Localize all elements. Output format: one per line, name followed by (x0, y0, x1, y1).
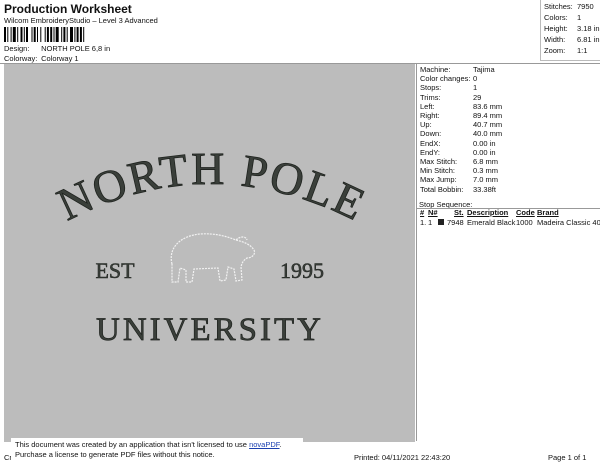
stat-height: Height: 3.18 in (544, 24, 600, 33)
stat-stitches: Stitches: 7950 (544, 2, 594, 11)
machine-info-label: Left: (420, 101, 435, 111)
machine-info-value: Tajima (473, 65, 495, 74)
stat-width: Width: 6.81 in (544, 35, 600, 44)
col-brand: Brand (537, 208, 559, 217)
machine-info-label: Up: (420, 120, 432, 130)
colorway-label: Colorway: (4, 54, 38, 63)
machine-info-row: Right: 89.4 mm (420, 111, 502, 120)
row-brand: Madeira Classic 40 (537, 218, 600, 227)
stat-label: Zoom: (544, 46, 566, 55)
machine-info-label: Stops: (420, 83, 442, 93)
machine-info-row: Up: 40.7 mm (420, 120, 502, 130)
machine-info-value: 29 (473, 92, 482, 102)
machine-info-row: EndY: 0.00 in (420, 147, 496, 157)
machine-info-row: Max Jump: 7.0 mm (420, 175, 498, 185)
machine-info-label: EndY: (420, 147, 441, 157)
stop-sequence-row: 1. 1 7948 Emerald Black 1000 Madeira Cla… (417, 218, 600, 228)
row-num: 1. (420, 218, 427, 227)
machine-info-value: 40.0 mm (473, 129, 503, 139)
artwork-top-text: NORTH POLE (50, 143, 375, 231)
stat-value: 6.81 in (577, 35, 600, 44)
stat-label: Colors: (544, 13, 568, 22)
colorway-row: Colorway: Colorway 1 (4, 54, 79, 63)
machine-info-row: Machine: Tajima (420, 65, 495, 74)
machine-info-row: Down: 40.0 mm (420, 129, 502, 139)
printed-timestamp: Printed: 04/11/2021 22:43:20 (354, 453, 451, 462)
machine-info-label: Color changes: (420, 74, 471, 84)
machine-info-label: Max Jump: (420, 175, 457, 185)
novapdf-link[interactable]: novaPDF (249, 440, 279, 449)
machine-info-label: Min Stitch: (420, 166, 456, 176)
machine-info-row: Total Bobbin: 33.38ft (420, 184, 496, 194)
machine-info-value: 6.8 mm (473, 157, 499, 166)
machine-info-label: Machine: (420, 65, 451, 74)
thread-color-swatch (438, 219, 444, 225)
stats-box: Stitches: 7950 Colors: 1 Height: 3.18 in Wi… (540, 0, 600, 61)
machine-info-label: EndX: (420, 138, 441, 148)
row-n: 1 (428, 218, 433, 227)
machine-info-label: Total Bobbin: (420, 184, 464, 194)
design-name-row: Design: NORTH POLE 6,8 in (4, 44, 110, 53)
machine-info-row: Stops: 1 (420, 83, 477, 93)
machine-info-label: Down: (420, 129, 442, 139)
stat-label: Stitches: (544, 2, 573, 11)
embroidery-artwork: NORTH POLE EST 1995 UNIVERSITY (49, 143, 375, 349)
stop-sequence-header: # N# St. Description Code Brand (417, 208, 600, 218)
barcode (4, 27, 85, 42)
col-st: St. (454, 208, 464, 217)
colorway-value: Colorway 1 (41, 54, 79, 63)
machine-info-value: 83.6 mm (473, 101, 503, 111)
stat-label: Height: (544, 24, 568, 33)
col-hash: # (420, 208, 425, 217)
stat-value: 1 (577, 13, 582, 22)
worksheet-title: Production Worksheet (4, 2, 132, 16)
design-label: Design: (4, 44, 30, 53)
col-description: Description (467, 208, 509, 217)
machine-info-row: Trims: 29 (420, 92, 481, 102)
page-number: Page 1 of 1 (548, 453, 587, 462)
notice-line-2: Purchase a license to generate PDF files… (15, 450, 215, 459)
machine-info-row: Max Stitch: 6.8 mm (420, 157, 498, 166)
machine-info-row: Min Stitch: 0.3 mm (420, 166, 498, 176)
machine-info-value: 0.3 mm (473, 166, 499, 176)
license-notice: This document was created by an applicat… (11, 438, 303, 462)
machine-info-panel: Machine: Tajima Color changes: 0 Stops: 1 Trim… (416, 64, 600, 441)
artwork-year-text: 1995 (280, 258, 324, 283)
machine-info-label: Trims: (420, 92, 441, 102)
stat-value: 3.18 in (577, 24, 600, 33)
col-n: N# (428, 208, 438, 217)
row-st: 7948 (447, 218, 464, 227)
artwork-est-text: EST (95, 258, 135, 283)
design-value: NORTH POLE 6,8 in (41, 44, 111, 53)
machine-info-value: 33.38ft (473, 184, 496, 194)
machine-info-value: 89.4 mm (473, 111, 503, 120)
software-subtitle: Wilcom EmbroideryStudio – Level 3 Advanc… (4, 16, 158, 25)
col-code: Code (516, 208, 535, 217)
artwork-bottom-text: UNIVERSITY (96, 312, 324, 348)
row-description: Emerald Black (467, 218, 516, 227)
stat-value: 7950 (577, 2, 594, 11)
polar-bear-icon (170, 233, 256, 283)
machine-info-value: 7.0 mm (473, 175, 499, 185)
machine-info-label: Max Stitch: (420, 157, 458, 166)
machine-info-row: Color changes: 0 (420, 74, 477, 84)
machine-info-row: EndX: 0.00 in (420, 138, 496, 148)
machine-info-value: 0.00 in (473, 138, 496, 148)
machine-info-label: Right: (420, 111, 440, 120)
notice-line-1: This document was created by an applicat… (15, 440, 299, 450)
stat-label: Width: (544, 35, 566, 44)
notice-text: This document was created by an applicat… (15, 440, 250, 449)
machine-info-value: 0 (473, 74, 478, 84)
machine-info-row: Left: 83.6 mm (420, 101, 502, 111)
machine-info-value: 40.7 mm (473, 120, 503, 130)
stat-value: 1:1 (577, 46, 588, 55)
machine-info-value: 1 (473, 83, 478, 93)
stat-zoom: Zoom: 1:1 (544, 46, 587, 55)
machine-info-value: 0.00 in (473, 147, 496, 157)
notice-period: . (279, 440, 282, 449)
stat-colors: Colors: 1 (544, 13, 581, 22)
design-preview: NORTH POLE EST 1995 UNIVERSITY (4, 64, 415, 442)
row-code: 1000 (516, 218, 533, 227)
